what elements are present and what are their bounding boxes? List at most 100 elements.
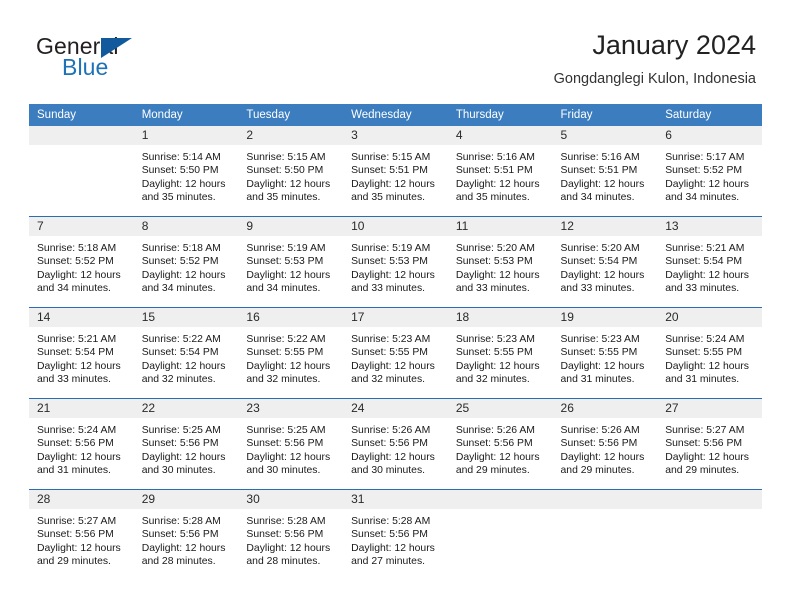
calendar-day-cell[interactable]: 24 Sunrise: 5:26 AM Sunset: 5:56 PM Dayligh… xyxy=(343,398,448,490)
calendar-day-cell[interactable]: 30 Sunrise: 5:28 AM Sunset: 5:56 PM Dayligh… xyxy=(238,489,344,580)
calendar-day-cell[interactable]: 18 Sunrise: 5:23 AM Sunset: 5:55 PM Dayligh… xyxy=(447,307,553,399)
daylight-text-line1: Daylight: 12 hours xyxy=(246,451,331,463)
calendar-day-cell[interactable]: 1 Sunrise: 5:14 AM Sunset: 5:50 PM Daylight… xyxy=(133,126,239,217)
daylight-text-line2: and 30 minutes. xyxy=(246,465,321,477)
day-cell-inner: 11 Sunrise: 5:20 AM Sunset: 5:53 PM Dayligh… xyxy=(447,217,553,307)
calendar-week-row: 21 Sunrise: 5:24 AM Sunset: 5:56 PM Dayligh… xyxy=(29,398,762,490)
sunrise-text: Sunrise: 5:27 AM xyxy=(665,425,745,436)
sunrise-text: Sunrise: 5:15 AM xyxy=(351,152,431,163)
sunrise-text: Sunrise: 5:25 AM xyxy=(141,425,221,436)
day-cell-details: Sunrise: 5:23 AM Sunset: 5:55 PM Daylight:… xyxy=(553,327,658,387)
calendar-day-cell[interactable]: 5 Sunrise: 5:16 AM Sunset: 5:51 PM Daylight… xyxy=(552,126,658,217)
sunrise-text: Sunrise: 5:26 AM xyxy=(455,425,535,436)
sunrise-text: Sunrise: 5:27 AM xyxy=(37,516,117,527)
daylight-text-line2: and 35 minutes. xyxy=(455,192,530,204)
calendar-day-cell[interactable]: 15 Sunrise: 5:22 AM Sunset: 5:54 PM Dayligh… xyxy=(133,307,239,399)
calendar-day-cell[interactable]: 23 Sunrise: 5:25 AM Sunset: 5:56 PM Dayligh… xyxy=(238,398,344,490)
sunset-text: Sunset: 5:54 PM xyxy=(141,347,219,359)
day-cell-details: Sunrise: 5:15 AM Sunset: 5:51 PM Daylight:… xyxy=(343,145,448,205)
calendar-day-cell[interactable]: 2 Sunrise: 5:15 AM Sunset: 5:50 PM Daylight… xyxy=(238,126,344,217)
day-cell-details: Sunrise: 5:22 AM Sunset: 5:54 PM Daylight:… xyxy=(134,327,239,387)
day-cell-details: Sunrise: 5:14 AM Sunset: 5:50 PM Daylight:… xyxy=(134,145,239,205)
daylight-text-line2: and 29 minutes. xyxy=(560,465,635,477)
sunset-text: Sunset: 5:53 PM xyxy=(455,256,533,268)
calendar-day-cell[interactable]: 28 Sunrise: 5:27 AM Sunset: 5:56 PM Dayligh… xyxy=(29,489,134,580)
calendar-day-cell[interactable]: 29 Sunrise: 5:28 AM Sunset: 5:56 PM Dayligh… xyxy=(133,489,239,580)
calendar-day-cell[interactable]: 7 Sunrise: 5:18 AM Sunset: 5:52 PM Daylight… xyxy=(29,216,134,308)
day-number: 3 xyxy=(343,126,448,145)
calendar-day-cell[interactable]: 27 Sunrise: 5:27 AM Sunset: 5:56 PM Dayligh… xyxy=(657,398,762,490)
day-cell-inner: 21 Sunrise: 5:24 AM Sunset: 5:56 PM Dayligh… xyxy=(29,399,134,489)
calendar-day-cell[interactable]: 3 Sunrise: 5:15 AM Sunset: 5:51 PM Daylight… xyxy=(343,126,448,217)
calendar-day-cell[interactable]: 14 Sunrise: 5:21 AM Sunset: 5:54 PM Dayligh… xyxy=(29,307,134,399)
day-cell-inner: 30 Sunrise: 5:28 AM Sunset: 5:56 PM Dayligh… xyxy=(238,490,344,580)
calendar-day-cell[interactable]: 6 Sunrise: 5:17 AM Sunset: 5:52 PM Daylight… xyxy=(657,126,762,217)
day-cell-inner: 31 Sunrise: 5:28 AM Sunset: 5:56 PM Dayligh… xyxy=(343,490,448,580)
calendar-day-cell[interactable]: 25 Sunrise: 5:26 AM Sunset: 5:56 PM Dayligh… xyxy=(447,398,553,490)
day-number: 21 xyxy=(29,399,134,418)
day-cell-inner: 28 Sunrise: 5:27 AM Sunset: 5:56 PM Dayligh… xyxy=(29,490,134,580)
sunset-text: Sunset: 5:53 PM xyxy=(351,256,428,268)
day-cell-inner: 3 Sunrise: 5:15 AM Sunset: 5:51 PM Daylight… xyxy=(343,126,448,216)
calendar-week-row: 7 Sunrise: 5:18 AM Sunset: 5:52 PM Daylight… xyxy=(29,216,762,308)
day-cell-details: Sunrise: 5:19 AM Sunset: 5:53 PM Daylight:… xyxy=(343,236,448,296)
sunset-text: Sunset: 5:51 PM xyxy=(560,165,638,177)
calendar-day-cell[interactable]: 10 Sunrise: 5:19 AM Sunset: 5:53 PM Dayligh… xyxy=(343,216,448,308)
daylight-text-line1: Daylight: 12 hours xyxy=(560,360,645,372)
sunset-text: Sunset: 5:51 PM xyxy=(351,165,428,177)
page-title: January 2024 xyxy=(592,30,756,60)
calendar-week-row: 1 Sunrise: 5:14 AM Sunset: 5:50 PM Daylight… xyxy=(29,126,762,217)
day-cell-details: Sunrise: 5:18 AM Sunset: 5:52 PM Daylight:… xyxy=(29,236,134,296)
daylight-text-line2: and 29 minutes. xyxy=(455,465,530,477)
daylight-text-line1: Daylight: 12 hours xyxy=(246,269,331,281)
day-number: 26 xyxy=(552,399,658,418)
day-number: 25 xyxy=(447,399,553,418)
day-cell-details: Sunrise: 5:28 AM Sunset: 5:56 PM Daylight:… xyxy=(134,509,239,569)
calendar-day-cell[interactable]: 21 Sunrise: 5:24 AM Sunset: 5:56 PM Dayligh… xyxy=(29,398,134,490)
day-cell-inner: 20 Sunrise: 5:24 AM Sunset: 5:55 PM Dayligh… xyxy=(657,308,762,398)
calendar-day-cell[interactable]: 20 Sunrise: 5:24 AM Sunset: 5:55 PM Dayligh… xyxy=(657,307,762,399)
sunrise-text: Sunrise: 5:24 AM xyxy=(665,334,745,345)
daylight-text-line2: and 35 minutes. xyxy=(141,192,216,204)
calendar-day-cell[interactable]: 16 Sunrise: 5:22 AM Sunset: 5:55 PM Dayligh… xyxy=(238,307,344,399)
daylight-text-line2: and 34 minutes. xyxy=(246,283,321,295)
daylight-text-line2: and 34 minutes. xyxy=(560,192,635,204)
calendar-day-cell[interactable]: 13 Sunrise: 5:21 AM Sunset: 5:54 PM Dayligh… xyxy=(657,216,762,308)
calendar-day-cell[interactable]: 4 Sunrise: 5:16 AM Sunset: 5:51 PM Daylight… xyxy=(447,126,553,217)
day-cell-inner: 17 Sunrise: 5:23 AM Sunset: 5:55 PM Dayligh… xyxy=(343,308,448,398)
sunrise-text: Sunrise: 5:28 AM xyxy=(141,516,221,527)
day-number: 9 xyxy=(238,217,344,236)
weekday-header-friday: Friday xyxy=(552,104,658,126)
daylight-text-line1: Daylight: 12 hours xyxy=(455,451,540,463)
day-cell-inner: 18 Sunrise: 5:23 AM Sunset: 5:55 PM Dayligh… xyxy=(447,308,553,398)
sunset-text: Sunset: 5:56 PM xyxy=(560,438,638,450)
calendar-day-cell[interactable]: 11 Sunrise: 5:20 AM Sunset: 5:53 PM Dayligh… xyxy=(447,216,553,308)
day-cell-details: Sunrise: 5:25 AM Sunset: 5:56 PM Daylight:… xyxy=(134,418,239,478)
day-number: 8 xyxy=(133,217,239,236)
day-cell-details: Sunrise: 5:23 AM Sunset: 5:55 PM Daylight:… xyxy=(448,327,553,387)
day-cell-details: Sunrise: 5:26 AM Sunset: 5:56 PM Daylight:… xyxy=(553,418,658,478)
day-cell-details: Sunrise: 5:25 AM Sunset: 5:56 PM Daylight:… xyxy=(238,418,343,478)
sunset-text: Sunset: 5:56 PM xyxy=(351,438,428,450)
weekday-header-monday: Monday xyxy=(133,104,239,126)
calendar-day-cell[interactable]: 31 Sunrise: 5:28 AM Sunset: 5:56 PM Dayligh… xyxy=(343,489,448,580)
day-cell-details: Sunrise: 5:20 AM Sunset: 5:54 PM Daylight:… xyxy=(553,236,658,296)
day-cell-inner: 16 Sunrise: 5:22 AM Sunset: 5:55 PM Dayligh… xyxy=(238,308,344,398)
day-number: 2 xyxy=(238,126,344,145)
daylight-text-line2: and 32 minutes. xyxy=(455,374,530,386)
calendar-day-cell[interactable]: 22 Sunrise: 5:25 AM Sunset: 5:56 PM Dayligh… xyxy=(133,398,239,490)
day-cell-details: Sunrise: 5:28 AM Sunset: 5:56 PM Daylight:… xyxy=(343,509,448,569)
calendar-day-cell[interactable]: 19 Sunrise: 5:23 AM Sunset: 5:55 PM Dayligh… xyxy=(552,307,658,399)
calendar-day-cell[interactable]: 8 Sunrise: 5:18 AM Sunset: 5:52 PM Daylight… xyxy=(133,216,239,308)
calendar-day-cell[interactable]: 12 Sunrise: 5:20 AM Sunset: 5:54 PM Dayligh… xyxy=(552,216,658,308)
day-number: 27 xyxy=(657,399,762,418)
sunset-text: Sunset: 5:56 PM xyxy=(246,529,324,541)
calendar-day-cell[interactable]: 17 Sunrise: 5:23 AM Sunset: 5:55 PM Dayligh… xyxy=(343,307,448,399)
sunrise-text: Sunrise: 5:24 AM xyxy=(37,425,117,436)
day-number: 12 xyxy=(552,217,658,236)
day-number: 28 xyxy=(29,490,134,509)
sunset-text: Sunset: 5:54 PM xyxy=(665,256,743,268)
calendar-day-cell[interactable]: 9 Sunrise: 5:19 AM Sunset: 5:53 PM Daylight… xyxy=(238,216,344,308)
calendar-day-cell[interactable]: 26 Sunrise: 5:26 AM Sunset: 5:56 PM Dayligh… xyxy=(552,398,658,490)
day-cell-inner: 29 Sunrise: 5:28 AM Sunset: 5:56 PM Dayligh… xyxy=(133,490,239,580)
